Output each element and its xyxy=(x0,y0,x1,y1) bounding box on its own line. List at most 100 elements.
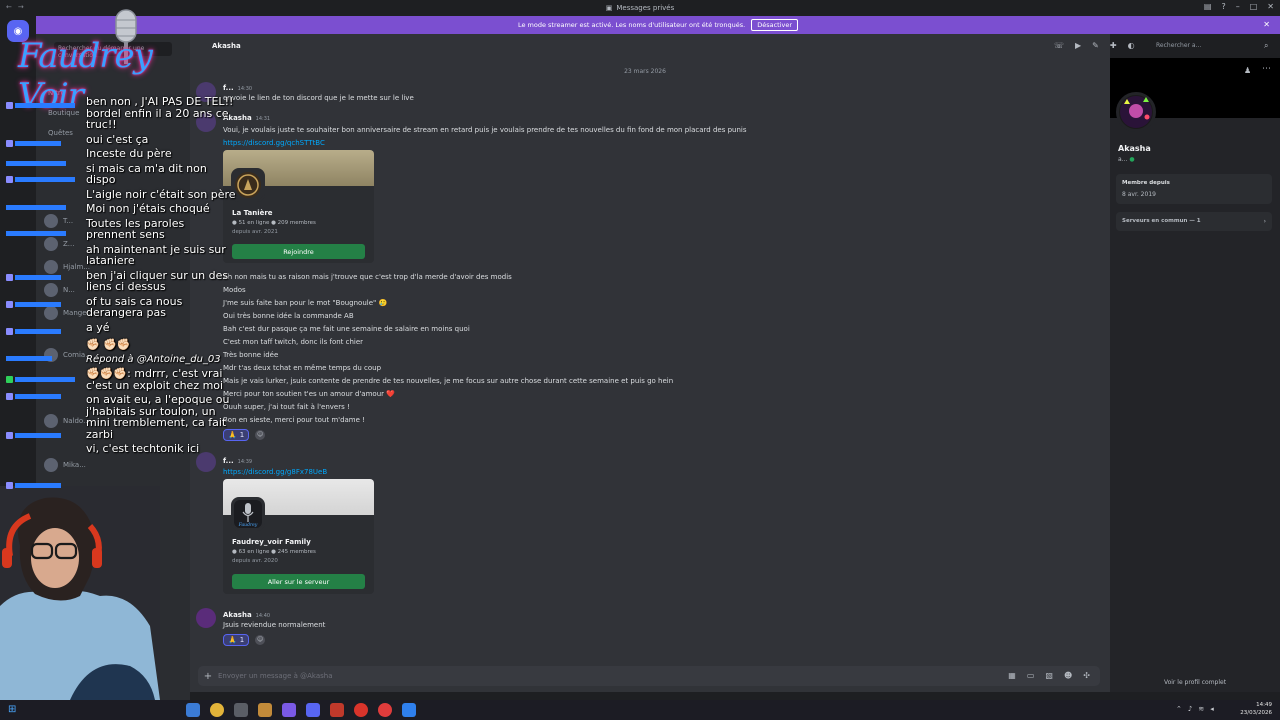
username-redacted xyxy=(15,301,61,307)
message-text: envoie le lien de ton discord que je le … xyxy=(223,94,414,102)
chat-message: L'aigle noir c'était son père xyxy=(86,187,236,201)
app-icon[interactable] xyxy=(186,703,200,717)
start-icon[interactable]: ⊞ xyxy=(8,704,16,715)
common-servers-row[interactable]: Serveurs en commun — 1 › xyxy=(1116,212,1272,231)
taskbar-apps xyxy=(186,703,416,717)
username-redacted xyxy=(15,140,61,146)
sub-badge-icon xyxy=(6,481,13,489)
chat-message: vi, c'est techtonik ici xyxy=(86,442,200,455)
apps-icon[interactable]: ✣ xyxy=(1083,671,1090,680)
title-bar: ← → ▣ Messages privés ▤ ? – □ ✕ xyxy=(0,0,1280,16)
nav-quetes[interactable]: Quêtes xyxy=(48,129,73,137)
minimize-icon[interactable]: – xyxy=(1236,2,1240,11)
gift-icon[interactable]: ▦ xyxy=(1008,671,1016,680)
help-icon[interactable]: ? xyxy=(1221,2,1225,11)
filezilla-icon[interactable] xyxy=(330,703,344,717)
chat-message: si mais ca m'a dit non dispo xyxy=(86,161,207,186)
message-text: Oui très bonne idée la commande AB xyxy=(223,312,354,320)
username-redacted xyxy=(6,204,66,210)
tray-chevron-icon[interactable]: ⌃ xyxy=(1176,705,1182,713)
close-banner-icon[interactable]: ✕ xyxy=(1263,20,1270,29)
message-author: f... 14:30 xyxy=(223,84,253,92)
profile-username: a... ● xyxy=(1118,156,1135,163)
sub-badge-icon xyxy=(6,431,13,439)
reactions: 🙏 1 ☺ xyxy=(223,634,266,646)
opera-icon[interactable] xyxy=(378,703,392,717)
invite-link[interactable]: https://discord.gg/qchSTTtBC xyxy=(223,139,325,147)
username-redacted xyxy=(15,482,61,488)
chat-search-input[interactable]: Rechercher a... xyxy=(1152,39,1262,53)
chat-message: Inceste du père xyxy=(86,147,172,160)
inbox-icon[interactable]: ▤ xyxy=(1204,2,1212,11)
server-icon: Faudrey xyxy=(231,497,265,531)
message-text: J'me suis faite ban pour le mot "Bougnou… xyxy=(223,299,388,307)
add-reaction-icon[interactable]: ☺ xyxy=(255,635,266,645)
network-icon[interactable]: ≋ xyxy=(1198,705,1204,713)
username-redacted xyxy=(15,328,61,334)
reaction-pill[interactable]: 🙏 1 xyxy=(223,634,250,646)
search-icon[interactable]: ⌕ xyxy=(1264,41,1268,51)
attach-plus-icon[interactable]: + xyxy=(198,671,218,682)
close-window-icon[interactable]: ✕ xyxy=(1267,2,1274,11)
app-icon[interactable] xyxy=(282,703,296,717)
chat-username xyxy=(6,374,75,384)
app-icon[interactable] xyxy=(258,703,272,717)
volume-icon[interactable]: ◂ xyxy=(1210,705,1214,713)
voice-call-icon[interactable]: ☏ xyxy=(1054,41,1064,50)
username-redacted xyxy=(15,393,61,399)
emoji-icon[interactable]: ☻ xyxy=(1064,671,1072,680)
add-reaction-icon[interactable]: ☺ xyxy=(255,430,266,440)
invite-link[interactable]: https://discord.gg/g8Fx78UeB xyxy=(223,468,327,476)
add-friend-profile-icon[interactable]: ♟ xyxy=(1244,66,1251,75)
app-icon[interactable] xyxy=(402,703,416,717)
view-full-profile-link[interactable]: Voir le profil complet xyxy=(1110,679,1280,686)
dm-item[interactable]: Mika... xyxy=(44,456,184,474)
chat-username xyxy=(6,228,66,238)
pin-icon[interactable]: ✎ xyxy=(1092,41,1099,50)
chat-username xyxy=(6,158,66,168)
user-profile-panel: ♟ ⋯ Akasha a... ● Membre depuis 8 avr. 2… xyxy=(1110,58,1280,692)
chat-username xyxy=(6,326,61,336)
message-text: C'est mon taff twitch, donc ils font chi… xyxy=(223,338,364,346)
clock[interactable]: 14:49 23/03/2026 xyxy=(1240,701,1272,717)
chrome-icon[interactable] xyxy=(210,703,224,717)
back-icon[interactable]: ← xyxy=(6,3,12,11)
profile-avatar xyxy=(1116,92,1156,132)
chevron-right-icon: › xyxy=(1263,218,1266,225)
sticker-icon[interactable]: ▧ xyxy=(1045,671,1053,680)
webcam-feed xyxy=(0,486,160,700)
gif-icon[interactable]: ▭ xyxy=(1027,671,1035,680)
message-text: Bon en sieste, merci pour tout m'dame ! xyxy=(223,416,365,424)
obs-icon[interactable] xyxy=(234,703,248,717)
message-input[interactable]: Envoyer un message à @Akasha xyxy=(218,672,333,680)
app-icon[interactable] xyxy=(354,703,368,717)
discord-taskbar-icon[interactable] xyxy=(306,703,320,717)
chat-username xyxy=(6,272,61,282)
chat-username xyxy=(6,353,52,363)
message-composer[interactable]: + Envoyer un message à @Akasha ▦ ▭ ▧ ☻ ✣ xyxy=(198,666,1100,686)
go-to-server-button[interactable]: Aller sur le serveur xyxy=(232,574,365,589)
chat-username xyxy=(6,480,61,490)
server-name: La Tanière xyxy=(232,209,273,217)
add-friend-icon[interactable]: ✚ xyxy=(1110,41,1117,50)
date-separator: 23 mars 2026 xyxy=(624,68,666,75)
chat-message: ah maintenant je suis sur lataniere xyxy=(86,242,226,267)
disable-streamer-mode-button[interactable]: Désactiver xyxy=(751,19,799,31)
chat-icon: ▣ xyxy=(605,4,613,12)
username-redacted xyxy=(15,274,61,280)
chat-header: Akasha ☏ ▶ ✎ ✚ ◐ Rechercher a... ⌕ xyxy=(190,34,1280,58)
more-options-icon[interactable]: ⋯ xyxy=(1262,64,1271,74)
chat-username xyxy=(6,174,75,184)
member-since-value: 8 avr. 2019 xyxy=(1122,191,1156,198)
member-since-card: Membre depuis 8 avr. 2019 xyxy=(1116,174,1272,204)
join-server-button[interactable]: Rejoindre xyxy=(232,244,365,259)
forward-icon[interactable]: → xyxy=(18,3,24,11)
username-redacted xyxy=(15,376,75,382)
mic-tray-icon[interactable]: ♪ xyxy=(1188,705,1192,713)
streamer-mode-banner: Le mode streamer est activé. Les noms d'… xyxy=(36,16,1280,34)
video-call-icon[interactable]: ▶ xyxy=(1075,41,1081,50)
maximize-icon[interactable]: □ xyxy=(1250,2,1258,11)
server-since: depuis avr. 2020 xyxy=(232,558,278,564)
profile-toggle-icon[interactable]: ◐ xyxy=(1128,41,1135,50)
chat-username xyxy=(6,430,61,440)
